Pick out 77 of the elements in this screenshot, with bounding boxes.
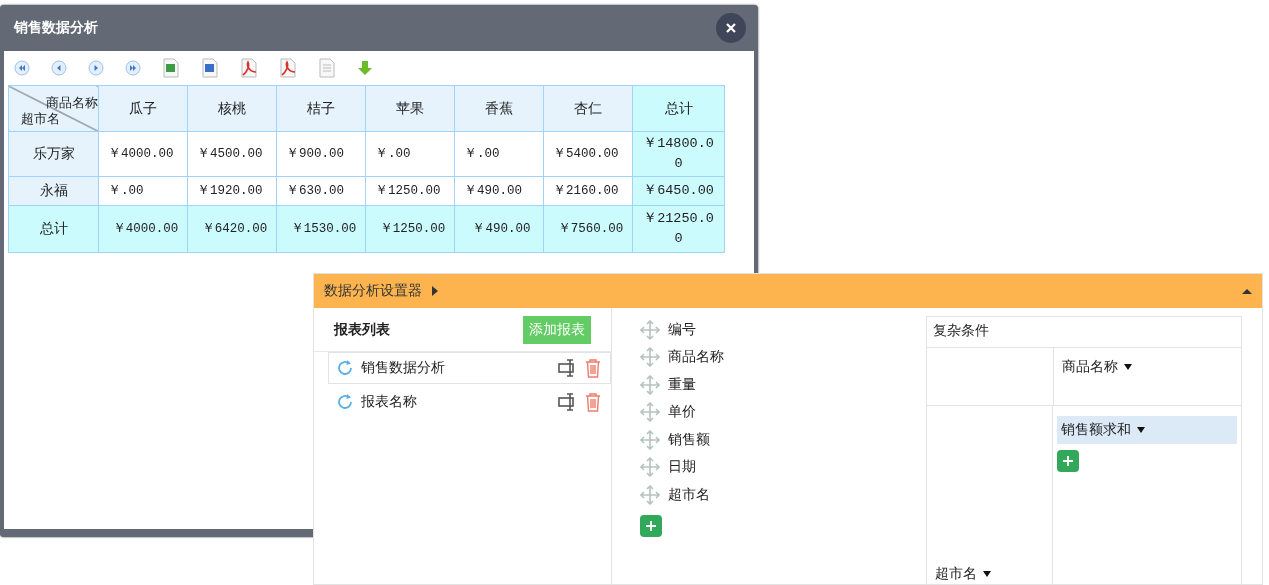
- table-cell: ￥1250.00: [365, 176, 455, 206]
- row-field-dropdown[interactable]: 超市名: [935, 565, 991, 583]
- column-header: 瓜子: [98, 85, 188, 132]
- table-cell: ￥4000.00: [98, 131, 188, 177]
- table-cell: ￥1250.00: [365, 205, 455, 253]
- field-item[interactable]: 编号: [640, 316, 925, 344]
- collapse-arrow-icon[interactable]: [1242, 288, 1252, 294]
- column-axis-label: 商品名称: [46, 94, 98, 112]
- list-title: 报表列表: [334, 320, 390, 339]
- move-icon: [640, 429, 660, 450]
- column-field-dropdown[interactable]: 商品名称: [1062, 358, 1132, 376]
- value-field-dropdown[interactable]: 销售额求和: [1057, 416, 1237, 444]
- conditions-title: 复杂条件: [927, 317, 1241, 348]
- row-header: 总计: [8, 205, 99, 253]
- column-header: 香蕉: [454, 85, 544, 132]
- table-cell: ￥6420.00: [187, 205, 277, 253]
- move-icon: [640, 402, 660, 423]
- table-cell: ￥1920.00: [187, 176, 277, 206]
- refresh-icon[interactable]: [335, 358, 355, 378]
- field-item[interactable]: 单价: [640, 398, 925, 426]
- table-cell: ￥4000.00: [98, 205, 188, 253]
- row-axis-label: 超市名: [21, 110, 60, 128]
- table-cell: ￥490.00: [454, 205, 544, 253]
- panel-title: 数据分析设置器: [324, 282, 422, 300]
- add-value-button[interactable]: [1057, 450, 1079, 472]
- report-item[interactable]: 销售数据分析: [328, 352, 611, 384]
- table-cell: ￥7560.00: [543, 205, 633, 253]
- pdf-file-icon[interactable]: [279, 58, 297, 78]
- move-icon: [640, 457, 660, 478]
- previous-page-icon[interactable]: [51, 60, 67, 76]
- move-icon: [640, 319, 660, 340]
- word-file-icon[interactable]: [201, 58, 219, 78]
- field-item[interactable]: 超市名: [640, 481, 925, 509]
- window-title: 销售数据分析: [14, 19, 98, 37]
- table-cell: ￥5400.00: [543, 131, 633, 177]
- move-icon: [640, 374, 660, 395]
- row-header: 永福: [8, 176, 99, 206]
- report-item[interactable]: 报表名称: [328, 386, 611, 418]
- table-cell: ￥4500.00: [187, 131, 277, 177]
- table-cell: ￥.00: [98, 176, 188, 206]
- table-cell: ￥490.00: [454, 176, 544, 206]
- trash-icon[interactable]: [584, 358, 602, 378]
- plus-icon[interactable]: [645, 519, 657, 532]
- table-cell: ￥.00: [365, 131, 455, 177]
- trash-icon[interactable]: [584, 392, 602, 412]
- field-item[interactable]: 日期: [640, 453, 925, 481]
- column-header: 苹果: [365, 85, 455, 132]
- field-item[interactable]: 商品名称: [640, 343, 925, 371]
- close-button[interactable]: [716, 13, 746, 43]
- refresh-icon[interactable]: [335, 392, 355, 412]
- expand-arrow-icon[interactable]: [432, 286, 438, 296]
- table-cell: ￥630.00: [276, 176, 366, 206]
- column-header: 总计: [632, 85, 725, 132]
- table-cell: ￥6450.00: [632, 176, 725, 206]
- plus-icon[interactable]: [1062, 455, 1074, 467]
- field-item[interactable]: 重量: [640, 371, 925, 399]
- table-cell: ￥900.00: [276, 131, 366, 177]
- column-header: 核桃: [187, 85, 277, 132]
- close-icon[interactable]: [726, 23, 736, 33]
- spreadsheet-file-icon[interactable]: [162, 58, 180, 78]
- table-cell: ￥21250.00: [632, 205, 725, 253]
- download-icon[interactable]: [357, 60, 373, 76]
- first-page-icon[interactable]: [14, 60, 30, 76]
- move-icon: [640, 484, 660, 505]
- add-field-button[interactable]: [640, 514, 662, 537]
- table-cell: ￥14800.00: [632, 131, 725, 177]
- next-page-icon[interactable]: [88, 60, 104, 76]
- table-cell: ￥2160.00: [543, 176, 633, 206]
- table-cell: ￥1530.00: [276, 205, 366, 253]
- field-item[interactable]: 销售额: [640, 426, 925, 454]
- move-icon: [640, 347, 660, 368]
- column-header: 桔子: [276, 85, 366, 132]
- table-cell: ￥.00: [454, 131, 544, 177]
- row-header: 乐万家: [8, 131, 99, 177]
- column-header: 杏仁: [543, 85, 633, 132]
- last-page-icon[interactable]: [125, 60, 141, 76]
- pdf-file-icon[interactable]: [240, 58, 258, 78]
